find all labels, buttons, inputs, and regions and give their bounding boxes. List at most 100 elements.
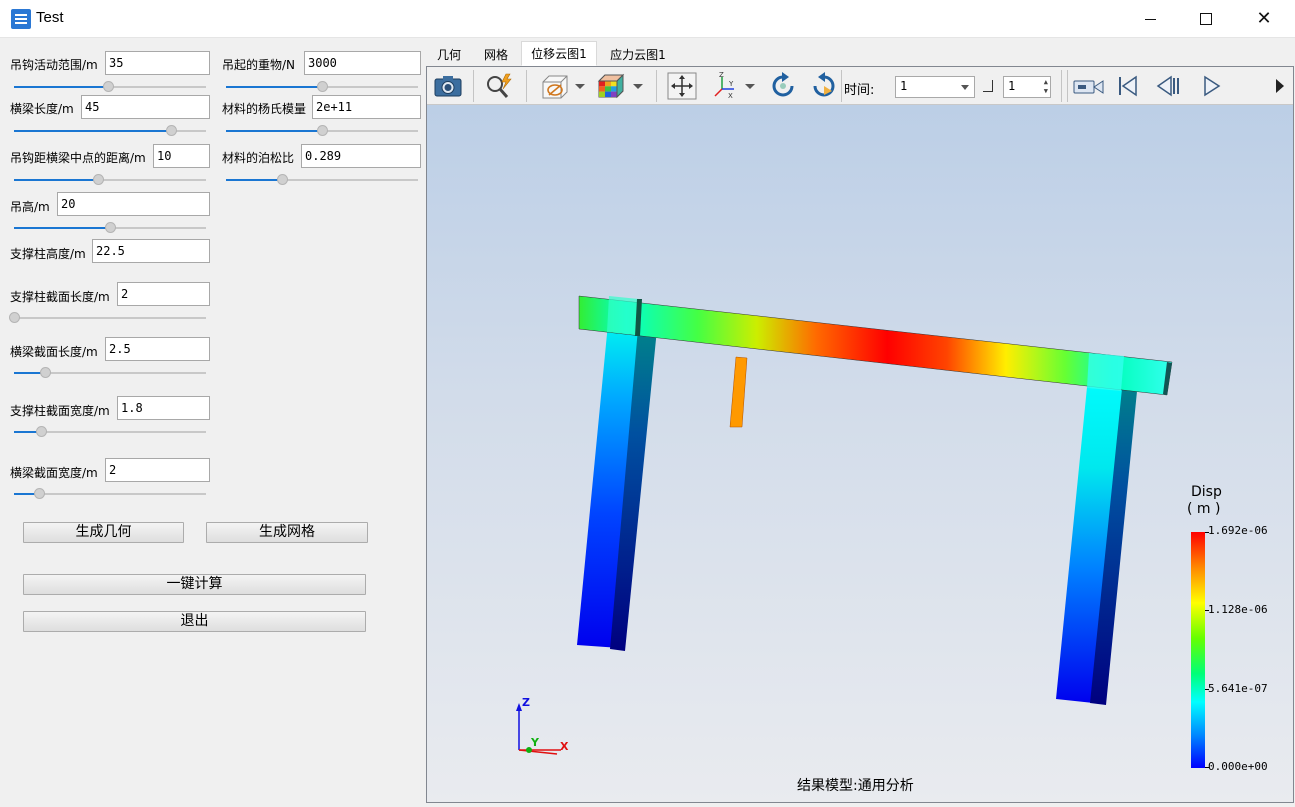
young-modulus-input[interactable]: 2e+11 [312,95,421,119]
slider-thumb[interactable] [34,488,45,499]
step-icon [983,80,993,92]
svg-text:Y: Y [728,80,734,88]
slider-thumb[interactable] [317,125,328,136]
column-section-width-input[interactable]: 1.8 [117,396,210,420]
beam-section-length-label: 横梁截面长度/m [10,345,98,359]
hook-offset-input[interactable]: 10 [153,144,210,168]
minimize-button[interactable] [1121,0,1179,38]
beam-section-length-input[interactable]: 2.5 [105,337,210,361]
legend-unit: ( m ) [1187,501,1221,517]
legend-title: Disp [1191,484,1222,500]
svg-text:X: X [728,92,733,100]
exit-button[interactable]: 退出 [23,611,366,632]
slider-thumb[interactable] [277,174,288,185]
step-spinbox[interactable]: 1 ▲ ▼ [1003,76,1051,98]
hook-range-label: 吊钩活动范围/m [10,58,98,72]
axes-orientation-icon[interactable]: ZYX [709,71,741,101]
lift-height-input[interactable]: 20 [57,192,210,216]
zoom-fit-icon[interactable] [481,71,517,101]
beam-right-joint [1087,353,1124,391]
generate-mesh-button[interactable]: 生成网格 [206,522,368,543]
rotate-cw-icon[interactable] [766,71,800,101]
tab-geometry[interactable]: 几何 [431,44,467,66]
maximize-button[interactable] [1177,0,1235,38]
step-value: 1 [1008,79,1016,93]
legend-mid-high: 1.128e-06 [1208,603,1268,616]
parameter-panel: 吊钩活动范围/m 35 吊起的重物/N 3000 横梁长度/m 45 材料的杨氏… [0,39,425,807]
prev-frame-icon[interactable] [1153,71,1183,101]
colormap-icon[interactable] [593,71,629,101]
hook-range-input[interactable]: 35 [105,51,210,75]
beam-length-slider[interactable] [14,125,206,137]
maximize-icon [1200,13,1212,25]
column-height-input[interactable]: 22.5 [92,239,210,263]
legend-mid-low: 5.641e-07 [1208,682,1268,695]
record-icon[interactable] [1071,71,1107,101]
model-label: 结果模型:通用分析 [797,778,914,794]
column-height-label: 支撑柱高度/m [10,247,86,261]
lift-height-slider[interactable] [14,222,206,234]
generate-geometry-button[interactable]: 生成几何 [23,522,184,543]
tab-bar: 几何 网格 位移云图1 应力云图1 [425,39,1295,66]
tab-stress[interactable]: 应力云图1 [603,44,673,66]
load-slider[interactable] [226,81,418,93]
column-section-length-slider[interactable] [9,312,206,324]
slider-thumb[interactable] [36,426,47,437]
legend-min: 0.000e+00 [1208,760,1268,773]
hook-offset-slider[interactable] [14,174,206,186]
toolbar-overflow-icon[interactable] [1273,71,1287,101]
slider-thumb[interactable] [40,367,51,378]
camera-icon[interactable] [431,71,465,101]
lift-height-label: 吊高/m [10,200,50,214]
time-label: 时间: [844,83,875,98]
axis-x-label: X [560,740,569,753]
slider-thumb[interactable] [317,81,328,92]
beam-section-width-slider[interactable] [14,488,206,500]
time-select-value: 1 [900,79,908,93]
beam-section-width-input[interactable]: 2 [105,458,210,482]
poisson-ratio-slider[interactable] [226,174,418,186]
model-canvas[interactable]: Z Y X [427,105,1293,803]
hook-range-slider[interactable] [14,81,206,93]
beam-length-label: 横梁长度/m [10,102,74,116]
slider-thumb[interactable] [105,222,116,233]
close-button[interactable]: ✕ [1235,0,1293,38]
hook-offset-label: 吊钩距横梁中点的距离/m [10,151,146,165]
compute-button[interactable]: 一键计算 [23,574,366,595]
beam-section-length-slider[interactable] [14,367,206,379]
rotate-ccw-icon[interactable] [807,71,841,101]
slider-thumb[interactable] [103,81,114,92]
slider-thumb[interactable] [166,125,177,136]
time-select[interactable]: 1 [895,76,975,98]
first-frame-icon[interactable] [1113,71,1143,101]
title-bar: Test ✕ [0,0,1295,38]
3d-viewer[interactable]: ZYX 时间: 1 1 ▲ ▼ Z Y X Disp (m) 1.692e-… [426,66,1294,803]
play-icon[interactable] [1197,71,1227,101]
legend-colorbar [1191,532,1205,768]
axis-y-label: Y [530,736,540,749]
poisson-ratio-label: 材料的泊松比 [222,151,295,165]
render-mode-icon[interactable] [535,71,575,101]
beam-length-input[interactable]: 45 [81,95,210,119]
axis-z-label: Z [522,696,530,709]
hook-rod [729,356,748,428]
young-modulus-slider[interactable] [226,125,418,137]
legend-max: 1.692e-06 [1208,524,1268,537]
slider-thumb[interactable] [9,312,20,323]
tab-displacement[interactable]: 位移云图1 [521,41,597,66]
load-input[interactable]: 3000 [304,51,421,75]
column-section-width-label: 支撑柱截面宽度/m [10,404,110,418]
spin-arrows-icon[interactable]: ▲ ▼ [1044,78,1048,96]
window-title: Test [36,9,64,26]
slider-thumb[interactable] [93,174,104,185]
tab-mesh[interactable]: 网格 [477,44,515,66]
beam-section-width-label: 横梁截面宽度/m [10,466,98,480]
close-icon: ✕ [1256,8,1272,29]
viewer-toolbar: ZYX 时间: 1 1 ▲ ▼ [427,67,1293,105]
column-section-length-input[interactable]: 2 [117,282,210,306]
poisson-ratio-input[interactable]: 0.289 [301,144,421,168]
column-section-width-slider[interactable] [14,426,206,438]
beam-left-joint [607,296,639,335]
pan-icon[interactable] [665,71,699,101]
chevron-down-icon [961,85,969,90]
